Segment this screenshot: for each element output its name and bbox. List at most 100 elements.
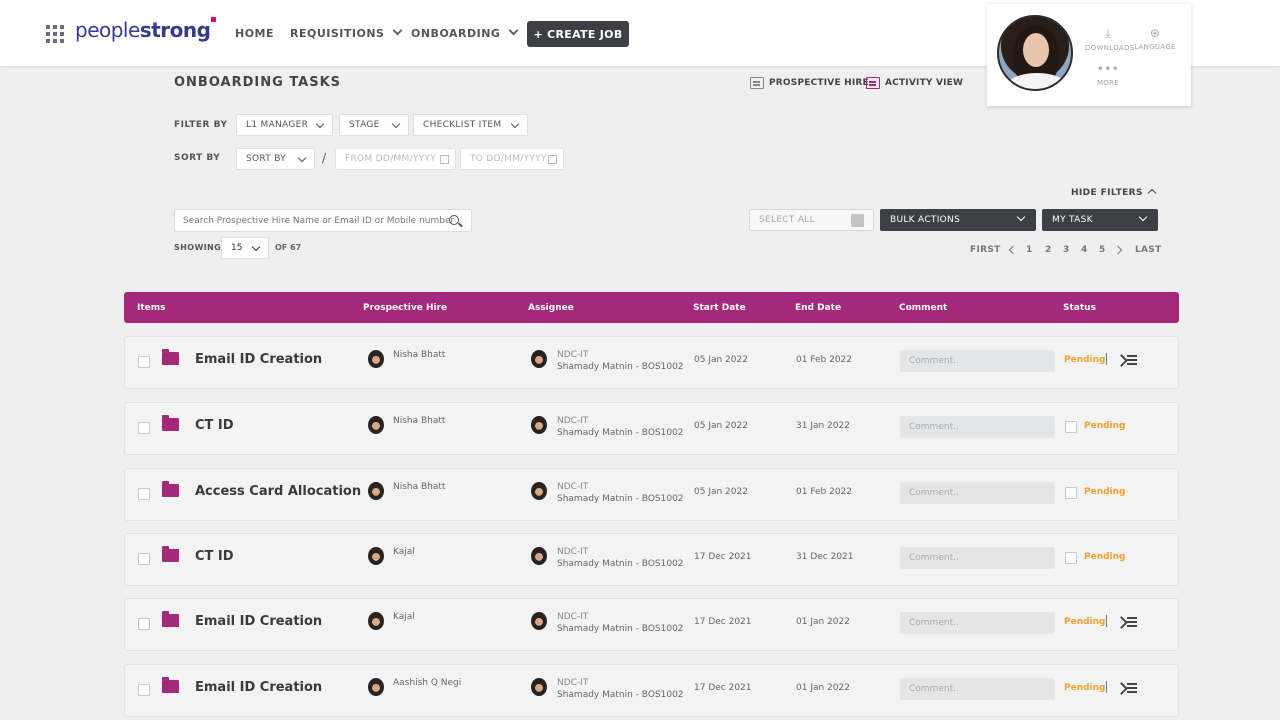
pager-page-5[interactable]: 5 [1099,245,1106,255]
start-date: 17 Dec 2021 [694,552,752,562]
item-name[interactable]: Email ID Creation [195,680,322,695]
comment-input[interactable]: Comment.. [900,547,1055,569]
checklist-item-dropdown[interactable]: CHECKLIST ITEM [413,114,528,136]
chevron-down-icon [1016,212,1026,222]
row-checkbox[interactable] [138,488,150,500]
create-job-button[interactable]: + CREATE JOB [527,21,629,47]
page-size-dropdown[interactable]: 15 [221,237,269,259]
assignee-name: Shamady Matnin - BOS1002 [557,624,684,634]
select-all-control[interactable]: SELECT ALL [749,209,874,231]
row-checkbox[interactable] [138,356,150,368]
chevron-down-icon [391,119,401,129]
assignee-name: Shamady Matnin - BOS1002 [557,559,684,569]
comment-input[interactable]: Comment.. [900,416,1055,438]
comment-input[interactable]: Comment.. [900,678,1055,700]
app-grid-icon[interactable] [46,25,64,43]
more-button[interactable]: ••• MORE [1085,62,1131,87]
search-input[interactable]: Search Prospective Hire Name or Email ID… [174,209,472,232]
more-dots-icon: ••• [1096,62,1120,76]
workflow-icon[interactable] [1117,683,1137,695]
col-start-date: Start Date [693,303,746,313]
status-checkbox[interactable] [1065,487,1077,499]
downloads-button[interactable]: ⤓ DOWNLOADS [1085,26,1134,52]
hire-name[interactable]: Nisha Bhatt [393,416,445,426]
status-badge: Pending [1064,617,1106,627]
hire-name[interactable]: Kajal [393,547,415,557]
hire-name[interactable]: Nisha Bhatt [393,350,445,360]
chevron-right-icon[interactable] [1113,245,1123,255]
table-row[interactable]: Email ID Creation Aashish Q Negi NDC-IT … [124,664,1179,717]
pager-last[interactable]: LAST [1135,245,1162,255]
total-count: OF 67 [275,243,302,252]
table-row[interactable]: Email ID Creation Nisha Bhatt NDC-IT Sha… [124,336,1179,389]
status-checkbox[interactable] [1065,421,1077,433]
hire-name[interactable]: Kajal [393,612,415,622]
item-name[interactable]: Email ID Creation [195,352,322,367]
table-row[interactable]: Access Card Allocation Nisha Bhatt NDC-I… [124,468,1179,521]
assignee-avatar [531,482,547,500]
pager-page-1[interactable]: 1 [1026,245,1033,255]
table-row[interactable]: Email ID Creation Kajal NDC-IT Shamady M… [124,598,1179,651]
assignee-team: NDC-IT [557,612,589,622]
chevron-left-icon[interactable] [1008,245,1018,255]
peoplestrong-logo[interactable]: peoplestrong [75,17,217,42]
pager-page-4[interactable]: 4 [1081,245,1088,255]
item-name[interactable]: Access Card Allocation [195,484,361,499]
nav-requisitions[interactable]: REQUISITIONS [290,25,403,40]
hire-name[interactable]: Aashish Q Negi [393,678,461,688]
prospective-hire-view-toggle[interactable]: PROSPECTIVE HIRE [750,77,869,89]
table-row[interactable]: CT ID Kajal NDC-IT Shamady Matnin - BOS1… [124,533,1179,586]
assignee-avatar [531,678,547,696]
l1-manager-dropdown[interactable]: L1 MANAGER [236,114,333,136]
hide-filters-toggle[interactable]: HIDE FILTERS [1071,188,1157,198]
col-items: Items [137,303,166,313]
nav-home[interactable]: HOME [235,27,274,40]
hire-name[interactable]: Nisha Bhatt [393,482,445,492]
hire-avatar [368,482,384,500]
status-badge: Pending [1084,487,1126,497]
chevron-down-icon [315,119,325,129]
row-checkbox[interactable] [138,618,150,630]
pager-page-2[interactable]: 2 [1045,245,1052,255]
col-assignee: Assignee [528,303,574,313]
profile-card: ⤓ DOWNLOADS ⊕ LANGUAGE ••• MORE [987,4,1191,106]
row-checkbox[interactable] [138,553,150,565]
stage-dropdown[interactable]: STAGE [339,114,409,136]
workflow-icon[interactable] [1117,617,1137,629]
nav-onboarding[interactable]: ONBOARDING [411,25,519,40]
pager-page-3[interactable]: 3 [1063,245,1070,255]
comment-input[interactable]: Comment.. [900,612,1055,634]
comment-input[interactable]: Comment.. [900,482,1055,504]
item-name[interactable]: CT ID [195,549,234,564]
to-date-field[interactable]: TO DD/MM/YYYY [460,148,564,170]
filter-by-label: FILTER BY [174,120,228,130]
from-date-field[interactable]: FROM DD/MM/YYYY [335,148,456,170]
bulk-actions-dropdown[interactable]: BULK ACTIONS [880,209,1036,231]
item-name[interactable]: CT ID [195,418,234,433]
assignee-team: NDC-IT [557,350,589,360]
row-checkbox[interactable] [138,684,150,696]
assignee-avatar [531,612,547,630]
sort-by-dropdown[interactable]: SORT BY [236,148,315,170]
select-all-checkbox[interactable] [851,214,864,227]
pager-first[interactable]: FIRST [970,245,1001,255]
folder-icon [162,611,179,627]
workflow-icon[interactable] [1117,355,1137,367]
row-checkbox[interactable] [138,422,150,434]
activity-view-toggle[interactable]: ACTIVITY VIEW [866,77,963,89]
user-avatar[interactable] [997,15,1073,91]
comment-input[interactable]: Comment.. [900,350,1055,372]
folder-icon [162,677,179,693]
chevron-down-icon [509,25,519,36]
table-row[interactable]: CT ID Nisha Bhatt NDC-IT Shamady Matnin … [124,402,1179,455]
hire-avatar [368,350,384,368]
assignee-avatar [531,547,547,565]
search-icon[interactable] [449,215,459,225]
language-button[interactable]: ⊕ LANGUAGE [1132,26,1178,51]
status-badge: Pending [1084,552,1126,562]
status-checkbox[interactable] [1065,552,1077,564]
start-date: 05 Jan 2022 [694,421,748,431]
chevron-down-icon [393,25,403,36]
item-name[interactable]: Email ID Creation [195,614,322,629]
my-task-dropdown[interactable]: MY TASK [1042,209,1158,231]
